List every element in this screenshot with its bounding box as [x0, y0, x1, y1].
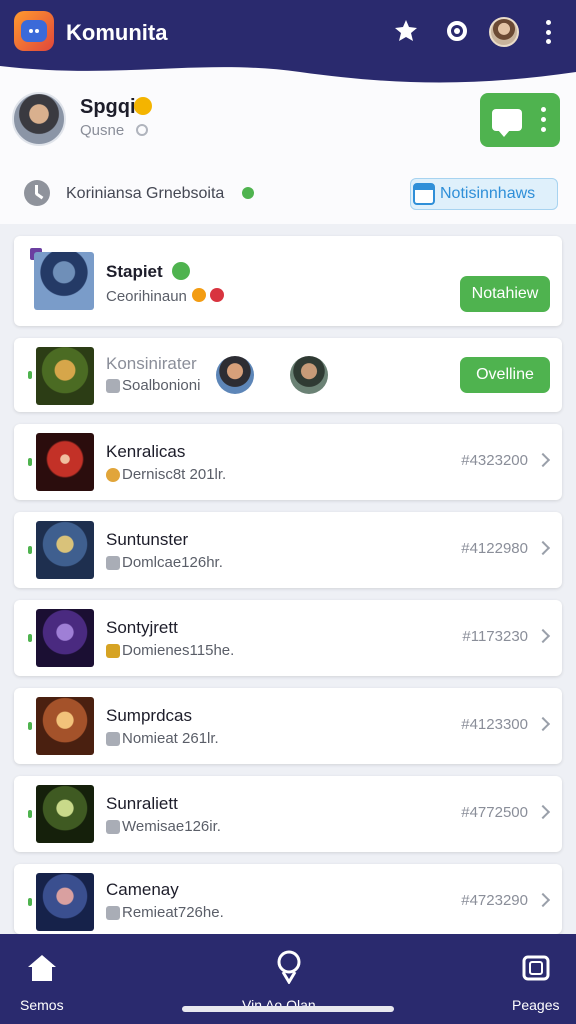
member-avatar[interactable]: [290, 356, 328, 394]
status-marker: [28, 810, 32, 818]
shield-icon: [106, 644, 120, 658]
info-row: Koriniansa Grnebsoita Notisinnhaws: [0, 172, 576, 212]
verified-check-icon: [172, 262, 190, 280]
item-subtitle: Nomieat 261lr.: [122, 730, 219, 747]
nav-pages[interactable]: Peages: [506, 934, 566, 1024]
status-ring-icon: [136, 124, 148, 136]
coin-icon: [192, 288, 206, 302]
status-marker: [28, 898, 32, 906]
chevron-right-icon[interactable]: [535, 892, 551, 908]
notifications-label: Notisinnhaws: [440, 185, 536, 202]
list-item[interactable]: Sumprdcas Nomieat 261lr. #4123300: [14, 688, 562, 764]
app-title: Komunita: [66, 20, 168, 45]
profile-subtitle: Qusne: [80, 122, 125, 139]
top-app-bar: Komunita: [0, 0, 576, 96]
server-icon: [106, 379, 120, 393]
home-indicator[interactable]: [182, 1006, 394, 1012]
item-subtitle: Remieat726he.: [122, 904, 224, 921]
item-title: Sumprdcas: [106, 706, 192, 725]
status-marker: [28, 722, 32, 730]
chat-button[interactable]: [480, 93, 560, 147]
profile-avatar[interactable]: [12, 92, 66, 146]
status-marker: [28, 546, 32, 554]
server-icon: [106, 732, 120, 746]
item-number: #4772500: [461, 804, 528, 821]
list-item[interactable]: Kenralicas Dernisc8t 201lr. #4323200: [14, 424, 562, 500]
list-card-online[interactable]: Konsinirater Soalbonioni Ovelline: [14, 338, 562, 412]
game-thumbnail: [34, 252, 94, 310]
notifications-chip[interactable]: Notisinnhaws: [410, 178, 558, 210]
chat-bubble-icon: [492, 109, 522, 137]
item-subtitle: Domienes115he.: [122, 642, 235, 659]
item-title: Suntunster: [106, 530, 189, 549]
emoji-icon: [106, 468, 120, 482]
nav-pages-label: Peages: [512, 997, 560, 1013]
item-subtitle: Domlcae126hr.: [122, 554, 223, 571]
server-icon: [106, 820, 120, 834]
featured-title: Stapiet: [106, 262, 163, 281]
chevron-right-icon[interactable]: [535, 628, 551, 644]
nav-home[interactable]: Semos: [14, 934, 70, 1024]
chevron-right-icon[interactable]: [535, 804, 551, 820]
game-thumbnail: [36, 347, 94, 405]
search-pin-icon: [277, 950, 301, 984]
featured-card[interactable]: Stapiet Ceorihinaun Notahiew: [14, 236, 562, 326]
pages-icon: [522, 955, 550, 981]
game-thumbnail: [36, 521, 94, 579]
item-number: #4122980: [461, 540, 528, 557]
item-number: #4723290: [461, 892, 528, 909]
list-item[interactable]: Sontyjrett Domienes115he. #1173230: [14, 600, 562, 676]
nav-home-label: Semos: [20, 997, 64, 1013]
info-text: Koriniansa Grnebsoita: [66, 185, 225, 202]
featured-subtitle: Ceorihinaun: [106, 288, 187, 305]
status-marker: [28, 371, 32, 379]
server-icon: [106, 906, 120, 920]
badge-star-icon[interactable]: [392, 17, 420, 45]
game-thumbnail: [36, 697, 94, 755]
item-subtitle: Wemisae126ir.: [122, 818, 221, 835]
item-title: Kenralicas: [106, 442, 186, 461]
item-title: Camenay: [106, 880, 179, 899]
settings-gear-icon[interactable]: [443, 17, 471, 45]
item-number: #1173230: [462, 628, 528, 645]
game-thumbnail: [36, 433, 94, 491]
chevron-right-icon[interactable]: [535, 716, 551, 732]
clock-icon: [24, 180, 50, 206]
item-number: #4323200: [461, 452, 528, 469]
home-icon: [28, 955, 56, 981]
featured-action-button[interactable]: Notahiew: [460, 276, 550, 312]
online-button[interactable]: Ovelline: [460, 357, 550, 393]
app-logo-icon[interactable]: [14, 11, 54, 51]
list-item[interactable]: Sunraliett Wemisae126ir. #4772500: [14, 776, 562, 852]
item-subtitle: Soalbonioni: [122, 377, 201, 394]
list-item[interactable]: Suntunster Domlcae126hr. #4122980: [14, 512, 562, 588]
profile-header: Spgqi Qusne Koriniansa Grnebsoita Notisi…: [0, 84, 576, 224]
game-thumbnail: [36, 873, 94, 931]
chevron-right-icon[interactable]: [535, 452, 551, 468]
user-avatar[interactable]: [489, 17, 519, 47]
profile-name: Spgqi: [80, 96, 136, 118]
online-dot-icon: [242, 187, 254, 199]
game-thumbnail: [36, 785, 94, 843]
item-title: Konsinirater: [106, 354, 197, 373]
member-avatar[interactable]: [216, 356, 254, 394]
status-marker: [28, 634, 32, 642]
game-thumbnail: [36, 609, 94, 667]
calendar-icon: [413, 183, 435, 205]
gem-icon: [210, 288, 224, 302]
verified-badge-icon: [134, 97, 152, 115]
chat-options-icon: [541, 107, 546, 132]
item-title: Sontyjrett: [106, 618, 178, 637]
item-title: Sunraliett: [106, 794, 178, 813]
status-marker: [28, 458, 32, 466]
list-item[interactable]: Camenay Remieat726he. #4723290: [14, 864, 562, 934]
item-subtitle: Dernisc8t 201lr.: [122, 466, 227, 483]
chevron-right-icon[interactable]: [535, 540, 551, 556]
server-icon: [106, 556, 120, 570]
more-menu-icon[interactable]: [538, 20, 558, 44]
item-number: #4123300: [461, 716, 528, 733]
